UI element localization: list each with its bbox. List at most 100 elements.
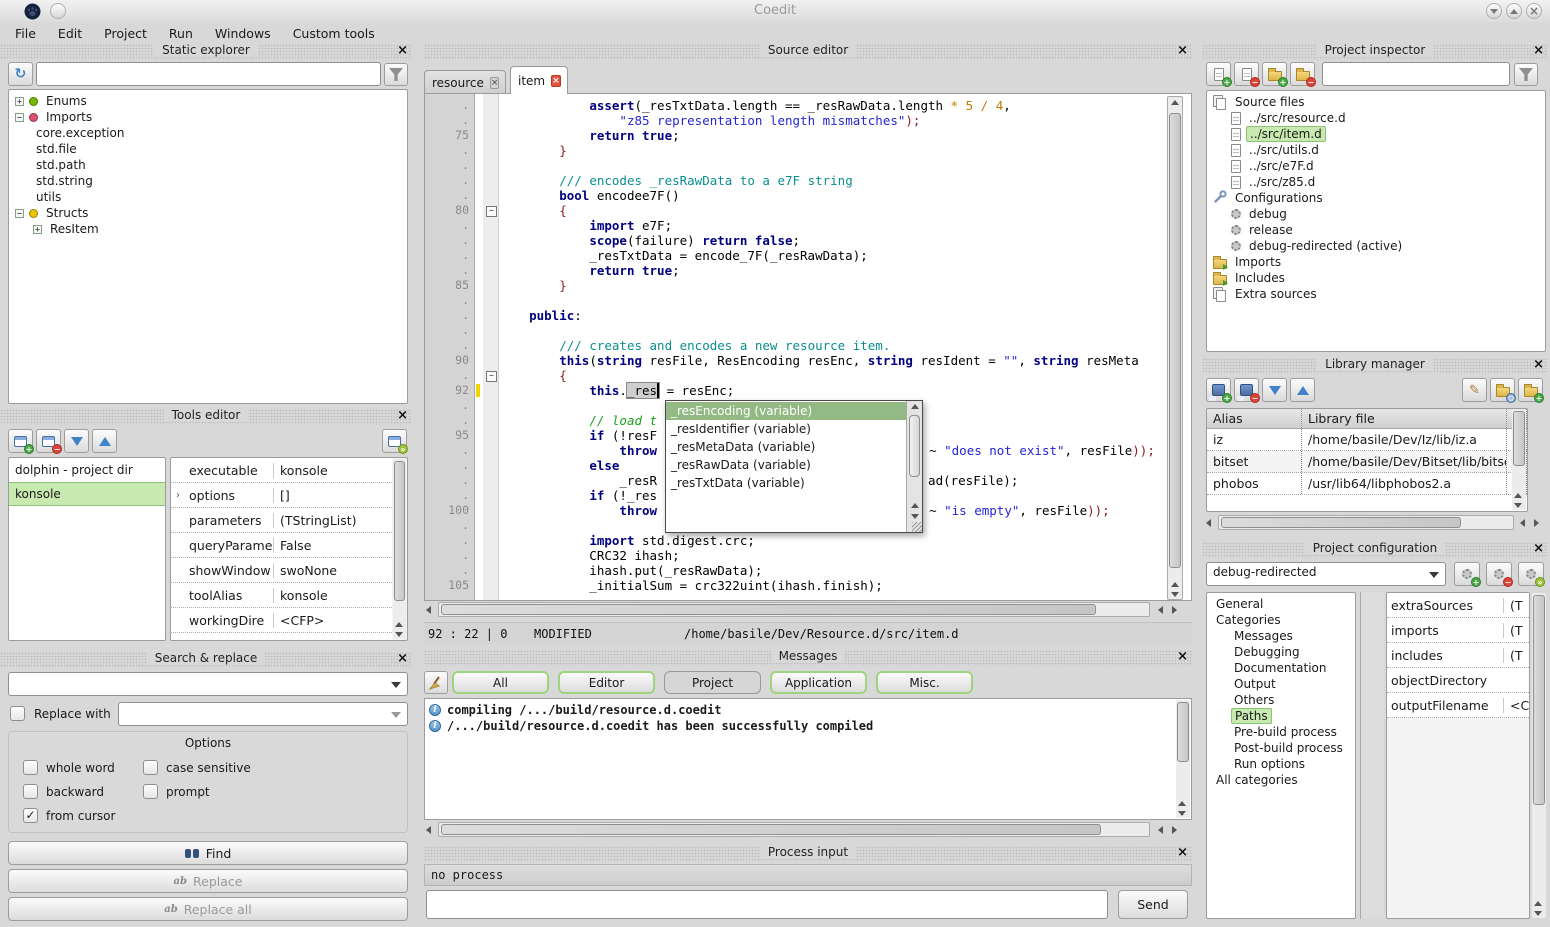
tree-item[interactable]: −Structs xyxy=(13,205,407,221)
scrollbar-thumb[interactable] xyxy=(441,824,1101,835)
project-inspector-search-input[interactable] xyxy=(1322,62,1510,86)
fold-collapse-icon[interactable] xyxy=(483,203,499,218)
scroll-left-icon[interactable] xyxy=(1206,519,1211,527)
add-library-button[interactable]: + xyxy=(1206,378,1231,402)
completion-item[interactable]: _resMetaData (variable) xyxy=(666,438,906,456)
code-line[interactable]: 80 { xyxy=(425,203,1173,218)
code-line[interactable]: . return true; xyxy=(425,263,1173,278)
scrollbar-thumb[interactable] xyxy=(1177,702,1189,762)
tree-item[interactable]: utils xyxy=(13,189,407,205)
scroll-left-icon[interactable] xyxy=(426,826,431,834)
scroll-down-icon[interactable] xyxy=(1178,811,1186,816)
menu-file[interactable]: File xyxy=(4,24,47,43)
search-replace-close-icon[interactable]: × xyxy=(397,651,408,667)
option-prompt[interactable]: prompt xyxy=(143,784,407,799)
property-value[interactable]: (T xyxy=(1503,623,1529,638)
library-open-folder-button[interactable]: + xyxy=(1518,378,1543,402)
remove-source-button[interactable]: − xyxy=(1234,62,1259,86)
tree-item[interactable]: General xyxy=(1211,596,1355,612)
scroll-up-icon[interactable] xyxy=(911,404,919,409)
tree-item[interactable]: Imports xyxy=(1211,254,1545,270)
expander-icon[interactable]: › xyxy=(171,490,185,501)
column-header-libraryfile[interactable]: Library file xyxy=(1302,409,1507,428)
tree-item[interactable]: debug-redirected (active) xyxy=(1211,238,1545,254)
replace-with-checkbox[interactable] xyxy=(10,706,25,721)
project-inspector-close-icon[interactable]: × xyxy=(1533,43,1544,59)
option-from-cursor[interactable]: ✓from cursor xyxy=(23,808,143,823)
remove-folder-button[interactable]: − xyxy=(1290,62,1315,86)
tree-item[interactable]: −Imports xyxy=(13,109,407,125)
tab-close-icon[interactable]: × xyxy=(490,77,500,89)
scroll-left-icon[interactable] xyxy=(1520,519,1525,527)
tree-item[interactable]: Output xyxy=(1211,676,1355,692)
tree-item[interactable]: Source files xyxy=(1211,94,1545,110)
code-line[interactable]: . ihash.put(_resRawData); xyxy=(425,563,1173,578)
message-filter-project[interactable]: Project xyxy=(664,671,761,694)
code-line[interactable]: . /// creates and encodes a new resource… xyxy=(425,338,1173,353)
code-line[interactable]: . assert(_resTxtData.length == _resRawDa… xyxy=(425,98,1173,113)
menu-edit[interactable]: Edit xyxy=(47,24,93,43)
filter-button[interactable] xyxy=(384,63,408,86)
replace-button[interactable]: ab Replace xyxy=(8,869,408,893)
scroll-up-icon[interactable] xyxy=(1178,801,1186,806)
code-line[interactable]: . /// encodes _resRawData to a e7F strin… xyxy=(425,173,1173,188)
menu-custom-tools[interactable]: Custom tools xyxy=(282,24,386,43)
message-filter-editor[interactable]: Editor xyxy=(558,671,655,694)
tree-item[interactable]: ../src/resource.d xyxy=(1211,110,1545,126)
property-value[interactable]: (T xyxy=(1503,648,1529,663)
message-row[interactable]: icompiling /.../build/resource.d.coedit xyxy=(425,702,1175,718)
message-filter-misc[interactable]: Misc. xyxy=(876,671,973,694)
minimize-button[interactable] xyxy=(1486,3,1502,19)
checkbox-icon[interactable]: ✓ xyxy=(23,808,38,823)
project-configuration-close-icon[interactable]: × xyxy=(1533,541,1544,557)
edit-library-button[interactable]: ✎ xyxy=(1462,378,1487,402)
editor-vertical-scrollbar[interactable] xyxy=(1167,96,1183,600)
tree-item[interactable]: Pre-build process xyxy=(1211,724,1355,740)
messages-close-icon[interactable]: × xyxy=(1177,649,1188,665)
property-row[interactable]: ›options[] xyxy=(171,483,392,508)
static-explorer-search-input[interactable] xyxy=(36,62,381,86)
scroll-up-icon[interactable] xyxy=(1171,100,1179,105)
property-value[interactable]: konsole xyxy=(273,463,392,478)
tree-item[interactable]: Post-build process xyxy=(1211,740,1355,756)
collapse-icon[interactable]: − xyxy=(15,113,24,122)
property-value[interactable]: False xyxy=(273,538,392,553)
property-value[interactable]: swoNone xyxy=(273,563,392,578)
code-line[interactable]: 90 this(string resFile, ResEncoding resE… xyxy=(425,353,1173,368)
tool-list-item[interactable]: dolphin - project dir xyxy=(9,458,165,482)
tree-item[interactable]: Extra sources xyxy=(1211,286,1545,302)
tree-item[interactable]: Run options xyxy=(1211,756,1355,772)
refresh-button[interactable]: ↻ xyxy=(8,62,33,86)
checkbox-icon[interactable] xyxy=(143,784,158,799)
remove-library-button[interactable]: − xyxy=(1234,378,1259,402)
fold-collapse-icon[interactable] xyxy=(483,368,499,383)
tree-item[interactable]: ../src/z85.d xyxy=(1211,174,1545,190)
option-backward[interactable]: backward xyxy=(23,784,143,799)
tree-item[interactable]: Paths xyxy=(1211,708,1355,724)
config-property-row[interactable]: extraSources(T xyxy=(1387,593,1529,618)
library-row[interactable]: iz/home/basile/Dev/Iz/lib/iz.a/ho xyxy=(1207,429,1527,451)
scroll-up-icon[interactable] xyxy=(1534,901,1542,906)
tool-run-button[interactable]: » xyxy=(382,429,407,453)
code-line[interactable]: . } xyxy=(425,143,1173,158)
source-editor-close-icon[interactable]: × xyxy=(1177,43,1188,59)
code-line[interactable]: . public: xyxy=(425,308,1173,323)
code-line[interactable]: 92 this._res = resEnc; xyxy=(425,383,1173,398)
library-horizontal-scrollbar[interactable] xyxy=(1218,515,1514,530)
menu-project[interactable]: Project xyxy=(93,24,158,43)
send-button[interactable]: Send xyxy=(1118,890,1188,919)
messages-horizontal-scrollbar[interactable] xyxy=(438,822,1150,837)
code-line[interactable]: . import e7F; xyxy=(425,218,1173,233)
property-value[interactable]: konsole xyxy=(273,588,392,603)
property-row[interactable]: executablekonsole xyxy=(171,458,392,483)
code-line[interactable]: . "z85 representation length mismatches"… xyxy=(425,113,1173,128)
scroll-up-icon[interactable] xyxy=(1514,493,1522,498)
tab-item[interactable]: item × xyxy=(510,66,568,94)
property-row[interactable]: toolAliaskonsole xyxy=(171,583,392,608)
code-line[interactable]: . xyxy=(425,293,1173,308)
library-manager-close-icon[interactable]: × xyxy=(1533,357,1544,373)
library-move-down-button[interactable] xyxy=(1262,378,1287,402)
property-value[interactable]: [] xyxy=(273,488,392,503)
tree-item[interactable]: +Enums xyxy=(13,93,407,109)
tree-item[interactable]: release xyxy=(1211,222,1545,238)
